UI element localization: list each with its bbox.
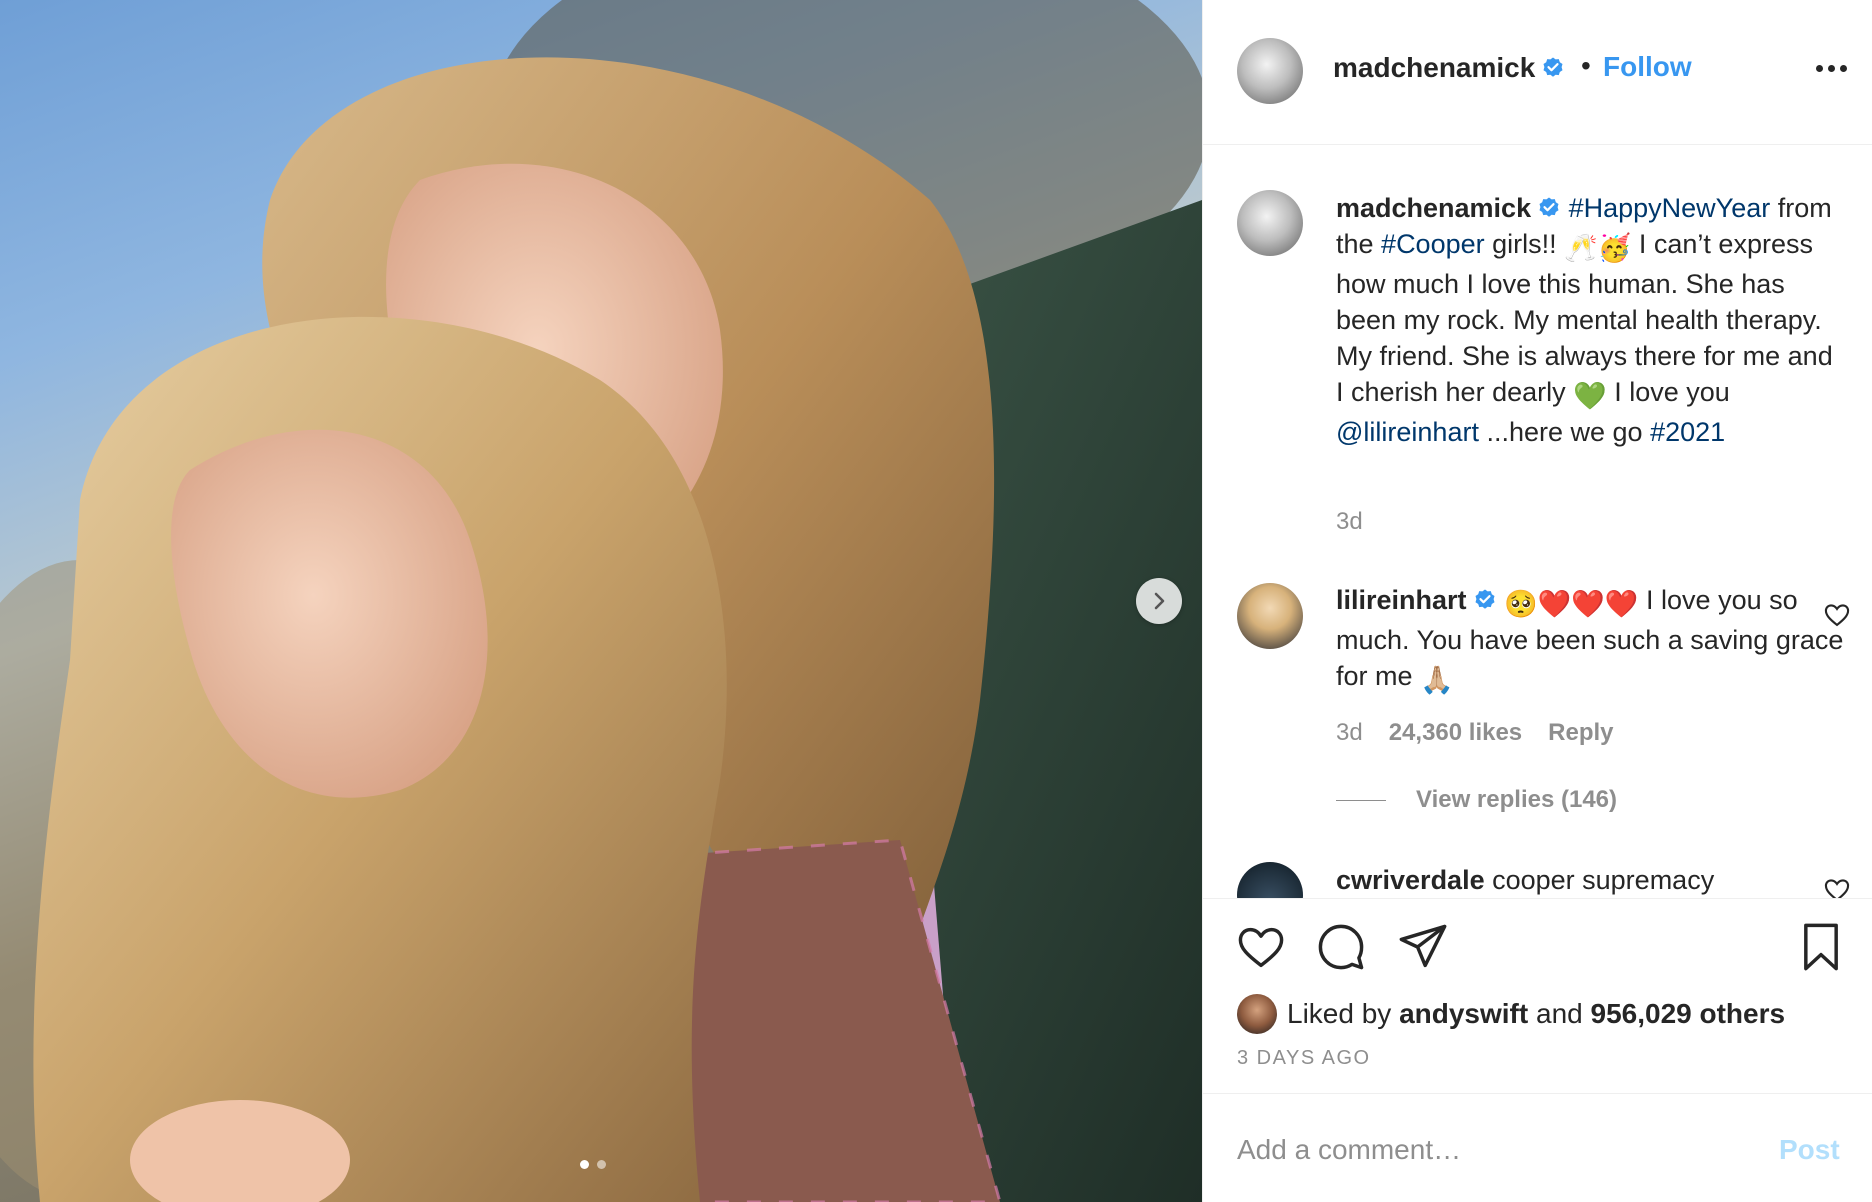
hashtag-link[interactable]: #2021 bbox=[1650, 417, 1725, 447]
liker-username[interactable]: andyswift bbox=[1399, 998, 1528, 1030]
caption-avatar[interactable] bbox=[1237, 190, 1303, 256]
comment-meta: 3d 24,360 likes Reply bbox=[1336, 719, 1614, 747]
liked-by-prefix: Liked by bbox=[1287, 998, 1392, 1029]
verified-badge-icon bbox=[1539, 197, 1559, 217]
author-username[interactable]: madchenamick bbox=[1333, 52, 1535, 83]
post-comment-button[interactable]: Post bbox=[1779, 1134, 1840, 1166]
add-comment-bar: Post bbox=[1203, 1093, 1872, 1202]
author-avatar[interactable] bbox=[1237, 38, 1303, 104]
header-separator: • bbox=[1581, 50, 1591, 81]
carousel-dot bbox=[580, 1160, 589, 1169]
post-actions: Liked by andyswift and 956,029 others 3 … bbox=[1203, 898, 1872, 1093]
post-photo[interactable] bbox=[0, 0, 1202, 1202]
photo-scene bbox=[0, 0, 1202, 1202]
share-icon[interactable] bbox=[1397, 921, 1449, 973]
view-replies-label: View replies (146) bbox=[1416, 786, 1617, 813]
comment-like-heart-icon[interactable] bbox=[1823, 876, 1851, 898]
comment-body: cooper supremacy bbox=[1484, 865, 1715, 895]
emoji: 🥂🥳 bbox=[1564, 233, 1632, 263]
comment-text: lilireinhart 🥺❤️❤️❤️ I love you so much.… bbox=[1336, 582, 1846, 698]
comment-likes[interactable]: 24,360 likes bbox=[1389, 719, 1522, 747]
heart-icon[interactable] bbox=[1235, 921, 1287, 973]
caption-time[interactable]: 3d bbox=[1336, 508, 1363, 536]
reply-button[interactable]: Reply bbox=[1548, 719, 1613, 747]
follow-button[interactable]: Follow bbox=[1603, 51, 1692, 83]
view-replies-button[interactable]: View replies (146) bbox=[1336, 786, 1617, 814]
post-timestamp[interactable]: 3 DAYS AGO bbox=[1237, 1047, 1371, 1070]
mention-link[interactable]: @lilireinhart bbox=[1336, 417, 1479, 447]
bookmark-icon[interactable] bbox=[1795, 921, 1847, 973]
caption-part: I love you bbox=[1606, 377, 1730, 407]
caption-part: girls!! bbox=[1484, 229, 1565, 259]
liked-by-and: and bbox=[1536, 998, 1583, 1029]
comment-username[interactable]: cwriverdale bbox=[1336, 865, 1485, 895]
liked-by-others[interactable]: 956,029 others bbox=[1591, 998, 1786, 1030]
more-options-button[interactable] bbox=[1811, 48, 1851, 88]
verified-badge-icon bbox=[1543, 57, 1563, 77]
liker-avatar[interactable] bbox=[1237, 994, 1277, 1034]
carousel-next-button[interactable] bbox=[1136, 578, 1182, 624]
carousel-dot bbox=[597, 1160, 606, 1169]
more-icon bbox=[1815, 64, 1823, 72]
emoji: 🙏🏼 bbox=[1420, 665, 1454, 695]
caption-part: ...here we go bbox=[1478, 417, 1651, 447]
comment-text: cwriverdale cooper supremacy bbox=[1336, 862, 1846, 898]
post-header: madchenamick • Follow bbox=[1203, 0, 1872, 145]
verified-badge-icon bbox=[1475, 589, 1495, 609]
replies-divider bbox=[1336, 799, 1386, 801]
comments-list[interactable]: madchenamick #HappyNewYear from the #Coo… bbox=[1203, 146, 1872, 898]
caption-username[interactable]: madchenamick bbox=[1336, 193, 1531, 223]
comment-username[interactable]: lilireinhart bbox=[1336, 585, 1467, 615]
emoji: 💚 bbox=[1573, 381, 1607, 411]
emoji: 🥺❤️❤️❤️ bbox=[1504, 589, 1639, 619]
chevron-right-icon bbox=[1154, 592, 1165, 610]
post-side-panel: madchenamick • Follow madchenamick #Happ… bbox=[1202, 0, 1872, 1202]
author-username-row[interactable]: madchenamick bbox=[1333, 52, 1565, 84]
comment-input[interactable] bbox=[1237, 1128, 1757, 1172]
commenter-avatar[interactable] bbox=[1237, 862, 1303, 898]
comment-icon[interactable] bbox=[1315, 921, 1367, 973]
comment-like-heart-icon[interactable] bbox=[1823, 601, 1851, 629]
caption-text: madchenamick #HappyNewYear from the #Coo… bbox=[1336, 190, 1846, 450]
liked-by-row[interactable]: Liked by andyswift and 956,029 others bbox=[1237, 994, 1785, 1034]
commenter-avatar[interactable] bbox=[1237, 583, 1303, 649]
comment-time[interactable]: 3d bbox=[1336, 719, 1363, 747]
hashtag-link[interactable]: #Cooper bbox=[1381, 229, 1485, 259]
hashtag-link[interactable]: #HappyNewYear bbox=[1569, 193, 1771, 223]
carousel-indicator bbox=[580, 1160, 606, 1169]
